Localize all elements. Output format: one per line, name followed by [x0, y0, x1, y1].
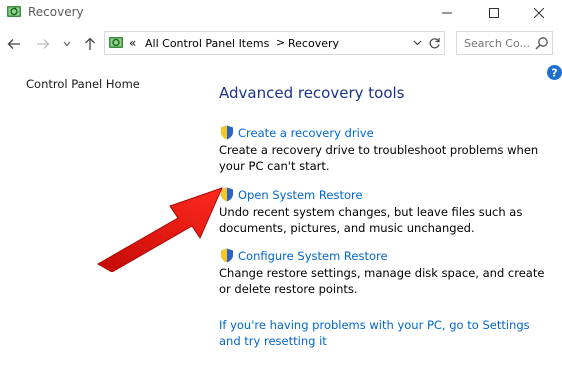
address-bar[interactable]: « All Control Panel Items > Recovery: [104, 31, 445, 55]
minimize-button[interactable]: [424, 0, 470, 26]
svg-text:?: ?: [551, 67, 557, 80]
close-icon: [534, 8, 544, 18]
breadcrumb-all-control-panel-items[interactable]: All Control Panel Items: [145, 37, 269, 50]
address-dropdown-button[interactable]: [410, 36, 424, 50]
page-title: Advanced recovery tools: [219, 84, 405, 102]
open-system-restore-description: Undo recent system changes, but leave fi…: [219, 205, 523, 235]
shield-icon: [221, 125, 233, 140]
chevron-down-icon: [63, 41, 71, 47]
refresh-button[interactable]: [427, 36, 441, 50]
chevron-down-icon: [413, 40, 421, 46]
forward-button[interactable]: [35, 36, 51, 52]
breadcrumb-overflow[interactable]: «: [129, 36, 136, 50]
search-input[interactable]: [464, 37, 530, 50]
recovery-icon: [109, 37, 123, 48]
maximize-button[interactable]: [471, 0, 517, 26]
red-arrow-icon: [96, 187, 223, 272]
recovery-icon: [7, 6, 21, 17]
maximize-icon: [489, 8, 499, 18]
search-box[interactable]: [456, 31, 553, 55]
minimize-icon: [442, 12, 452, 14]
configure-system-restore-description: Change restore settings, manage disk spa…: [219, 266, 545, 296]
title-bar: Recovery: [0, 0, 562, 26]
help-icon[interactable]: ?: [547, 65, 562, 80]
create-recovery-drive-link[interactable]: Create a recovery drive: [238, 126, 374, 140]
window-title: Recovery: [28, 5, 84, 19]
breadcrumb-separator[interactable]: >: [276, 36, 285, 49]
search-icon[interactable]: [535, 36, 549, 50]
refresh-icon: [429, 37, 440, 48]
configure-system-restore-link[interactable]: Configure System Restore: [238, 249, 388, 263]
close-button[interactable]: [516, 0, 562, 26]
arrow-left-icon: [7, 39, 20, 49]
arrow-up-icon: [85, 37, 95, 50]
control-panel-home-link[interactable]: Control Panel Home: [26, 77, 140, 91]
reset-pc-link[interactable]: If you're having problems with your PC, …: [219, 317, 554, 349]
breadcrumb-recovery[interactable]: Recovery: [288, 37, 339, 50]
recent-locations-button[interactable]: [61, 36, 73, 52]
back-button[interactable]: [6, 36, 22, 52]
arrow-right-icon: [37, 39, 50, 49]
create-recovery-drive-description: Create a recovery drive to troubleshoot …: [219, 143, 539, 173]
up-button[interactable]: [82, 36, 98, 52]
open-system-restore-link[interactable]: Open System Restore: [238, 188, 363, 202]
